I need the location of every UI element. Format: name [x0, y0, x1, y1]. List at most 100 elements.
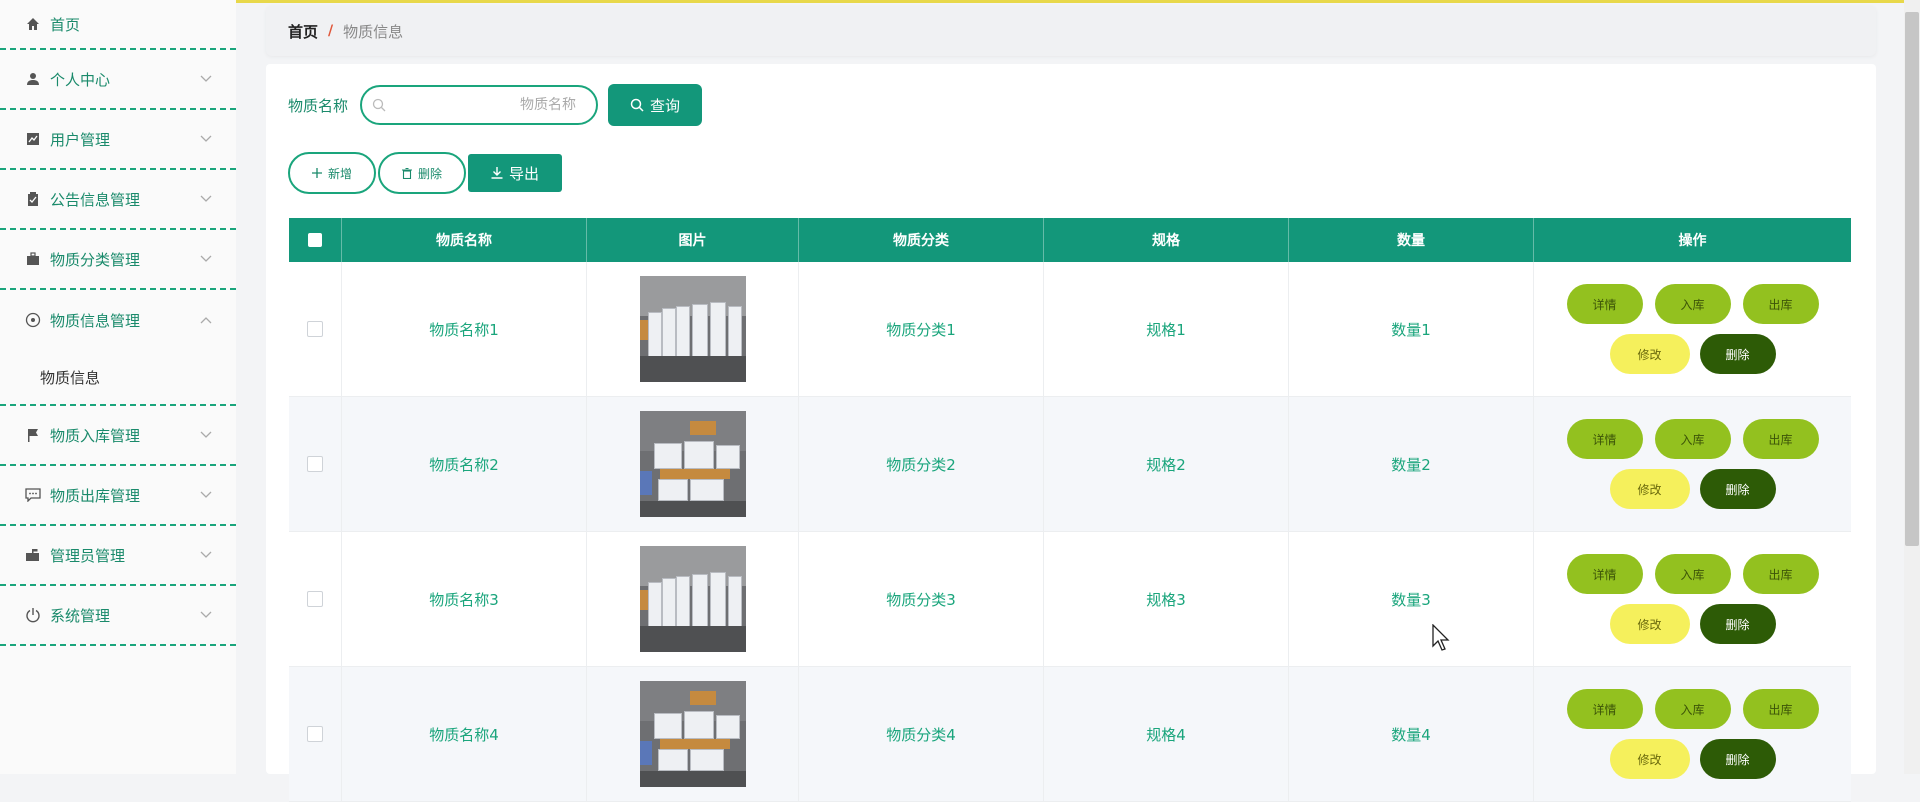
cell-name: 物质名称2 [342, 397, 587, 531]
edit-button[interactable]: 修改 [1609, 334, 1690, 374]
row-checkbox[interactable] [307, 321, 323, 337]
sidebar-item-material-info[interactable]: 物质信息管理 [0, 290, 236, 350]
cell-name: 物质名称4 [342, 667, 587, 801]
sidebar-item-label: 管理员管理 [50, 546, 126, 565]
stock-in-button[interactable]: 入库 [1654, 419, 1731, 459]
chevron-down-icon [198, 427, 214, 443]
material-photo[interactable] [639, 411, 746, 517]
select-all-checkbox[interactable] [308, 233, 322, 247]
query-button[interactable]: 查询 [608, 84, 703, 126]
cell-spec: 规格1 [1044, 262, 1289, 396]
material-photo[interactable] [639, 276, 746, 382]
detail-button-label: 详情 [1592, 567, 1617, 582]
edit-button-label: 修改 [1637, 482, 1662, 497]
row-delete-button[interactable]: 删除 [1699, 469, 1776, 509]
cell-category: 物质分类2 [799, 397, 1044, 531]
material-photo[interactable] [639, 546, 746, 652]
row-delete-button[interactable]: 删除 [1699, 334, 1776, 374]
stock-out-button[interactable]: 出库 [1742, 554, 1819, 594]
stock-in-button-label: 入库 [1680, 702, 1705, 717]
stock-out-button[interactable]: 出库 [1742, 419, 1819, 459]
cell-operations: 详情 入库 出库 修改 删除 [1534, 397, 1851, 531]
chevron-up-icon [198, 312, 214, 328]
breadcrumb-home[interactable]: 首页 [288, 21, 318, 42]
sidebar-item-stock-in[interactable]: 物质入库管理 [0, 406, 236, 466]
detail-button[interactable]: 详情 [1566, 419, 1643, 459]
vertical-scrollbar[interactable] [1904, 0, 1920, 774]
edit-button[interactable]: 修改 [1609, 469, 1690, 509]
chat-icon [24, 486, 42, 504]
main-area: 首页 / 物质信息 物质名称 查询 [266, 0, 1876, 802]
stock-in-button[interactable]: 入库 [1654, 284, 1731, 324]
detail-button-label: 详情 [1592, 702, 1617, 717]
chevron-down-icon [198, 131, 214, 147]
stock-out-button-label: 出库 [1768, 432, 1793, 447]
sidebar-item-system[interactable]: 系统管理 [0, 586, 236, 646]
stock-out-button[interactable]: 出库 [1742, 284, 1819, 324]
cell-operations: 详情 入库 出库 修改 删除 [1534, 667, 1851, 801]
sidebar-subitem-material-info[interactable]: 物质信息 [0, 350, 236, 404]
header-spec: 规格 [1044, 218, 1289, 262]
sidebar-item-material-category[interactable]: 物质分类管理 [0, 230, 236, 290]
edit-button[interactable]: 修改 [1609, 739, 1690, 779]
sidebar-item-admin[interactable]: 管理员管理 [0, 526, 236, 586]
sidebar-item-home[interactable]: 首页 [0, 0, 236, 50]
export-button-label: 导出 [508, 164, 539, 183]
power-icon [24, 606, 42, 624]
detail-button-label: 详情 [1592, 297, 1617, 312]
chevron-down-icon [198, 487, 214, 503]
plus-icon [311, 168, 322, 178]
add-button-label: 新增 [327, 166, 352, 181]
row-delete-button[interactable]: 删除 [1699, 739, 1776, 779]
edit-button[interactable]: 修改 [1609, 604, 1690, 644]
detail-button-label: 详情 [1592, 432, 1617, 447]
stock-in-button[interactable]: 入库 [1654, 554, 1731, 594]
sidebar-subitem-label: 物质信息 [40, 368, 101, 387]
chevron-down-icon [198, 547, 214, 563]
row-delete-button-label: 删除 [1725, 752, 1750, 767]
row-delete-button[interactable]: 删除 [1699, 604, 1776, 644]
sidebar-item-announcement[interactable]: 公告信息管理 [0, 170, 236, 230]
scrollbar-thumb[interactable] [1905, 12, 1919, 546]
sidebar-item-label: 物质入库管理 [50, 426, 141, 445]
row-delete-button-label: 删除 [1725, 347, 1750, 362]
sidebar-item-label: 公告信息管理 [50, 190, 141, 209]
chart-icon [24, 130, 42, 148]
table-row: 物质名称4 物质分类4 规格4 数量4 详情 入库 出库 修改 删除 [289, 667, 1851, 802]
sidebar-item-label: 物质信息管理 [50, 311, 141, 330]
chevron-down-icon [198, 607, 214, 623]
material-photo[interactable] [639, 681, 746, 787]
add-button[interactable]: 新增 [288, 152, 376, 194]
stock-out-button-label: 出库 [1768, 702, 1793, 717]
detail-button[interactable]: 详情 [1566, 689, 1643, 729]
cell-name: 物质名称3 [342, 532, 587, 666]
sidebar-item-stock-out[interactable]: 物质出库管理 [0, 466, 236, 526]
detail-button[interactable]: 详情 [1566, 284, 1643, 324]
row-checkbox[interactable] [307, 726, 323, 742]
row-delete-button-label: 删除 [1725, 482, 1750, 497]
row-checkbox[interactable] [307, 591, 323, 607]
cell-quantity: 数量4 [1289, 667, 1534, 801]
stock-out-button-label: 出库 [1768, 567, 1793, 582]
header-select-cell [289, 218, 342, 262]
sidebar-item-user-management[interactable]: 用户管理 [0, 110, 236, 170]
stock-in-button-label: 入库 [1680, 297, 1705, 312]
search-input[interactable] [386, 96, 597, 114]
table-row: 物质名称3 物质分类3 规格3 数量3 详情 入库 出库 修改 删除 [289, 532, 1851, 667]
export-button[interactable]: 导出 [468, 154, 562, 192]
detail-button[interactable]: 详情 [1566, 554, 1643, 594]
download-icon [491, 167, 503, 179]
search-icon [630, 98, 644, 112]
header-quantity: 数量 [1289, 218, 1534, 262]
cell-quantity: 数量3 [1289, 532, 1534, 666]
cell-spec: 规格2 [1044, 397, 1289, 531]
sidebar-item-personal-center[interactable]: 个人中心 [0, 50, 236, 110]
row-select-cell [289, 397, 342, 531]
home-icon [24, 15, 42, 33]
row-checkbox[interactable] [307, 456, 323, 472]
stock-out-button[interactable]: 出库 [1742, 689, 1819, 729]
cell-image [587, 397, 799, 531]
stock-in-button[interactable]: 入库 [1654, 689, 1731, 729]
delete-button[interactable]: 删除 [378, 152, 466, 194]
chevron-down-icon [198, 71, 214, 87]
